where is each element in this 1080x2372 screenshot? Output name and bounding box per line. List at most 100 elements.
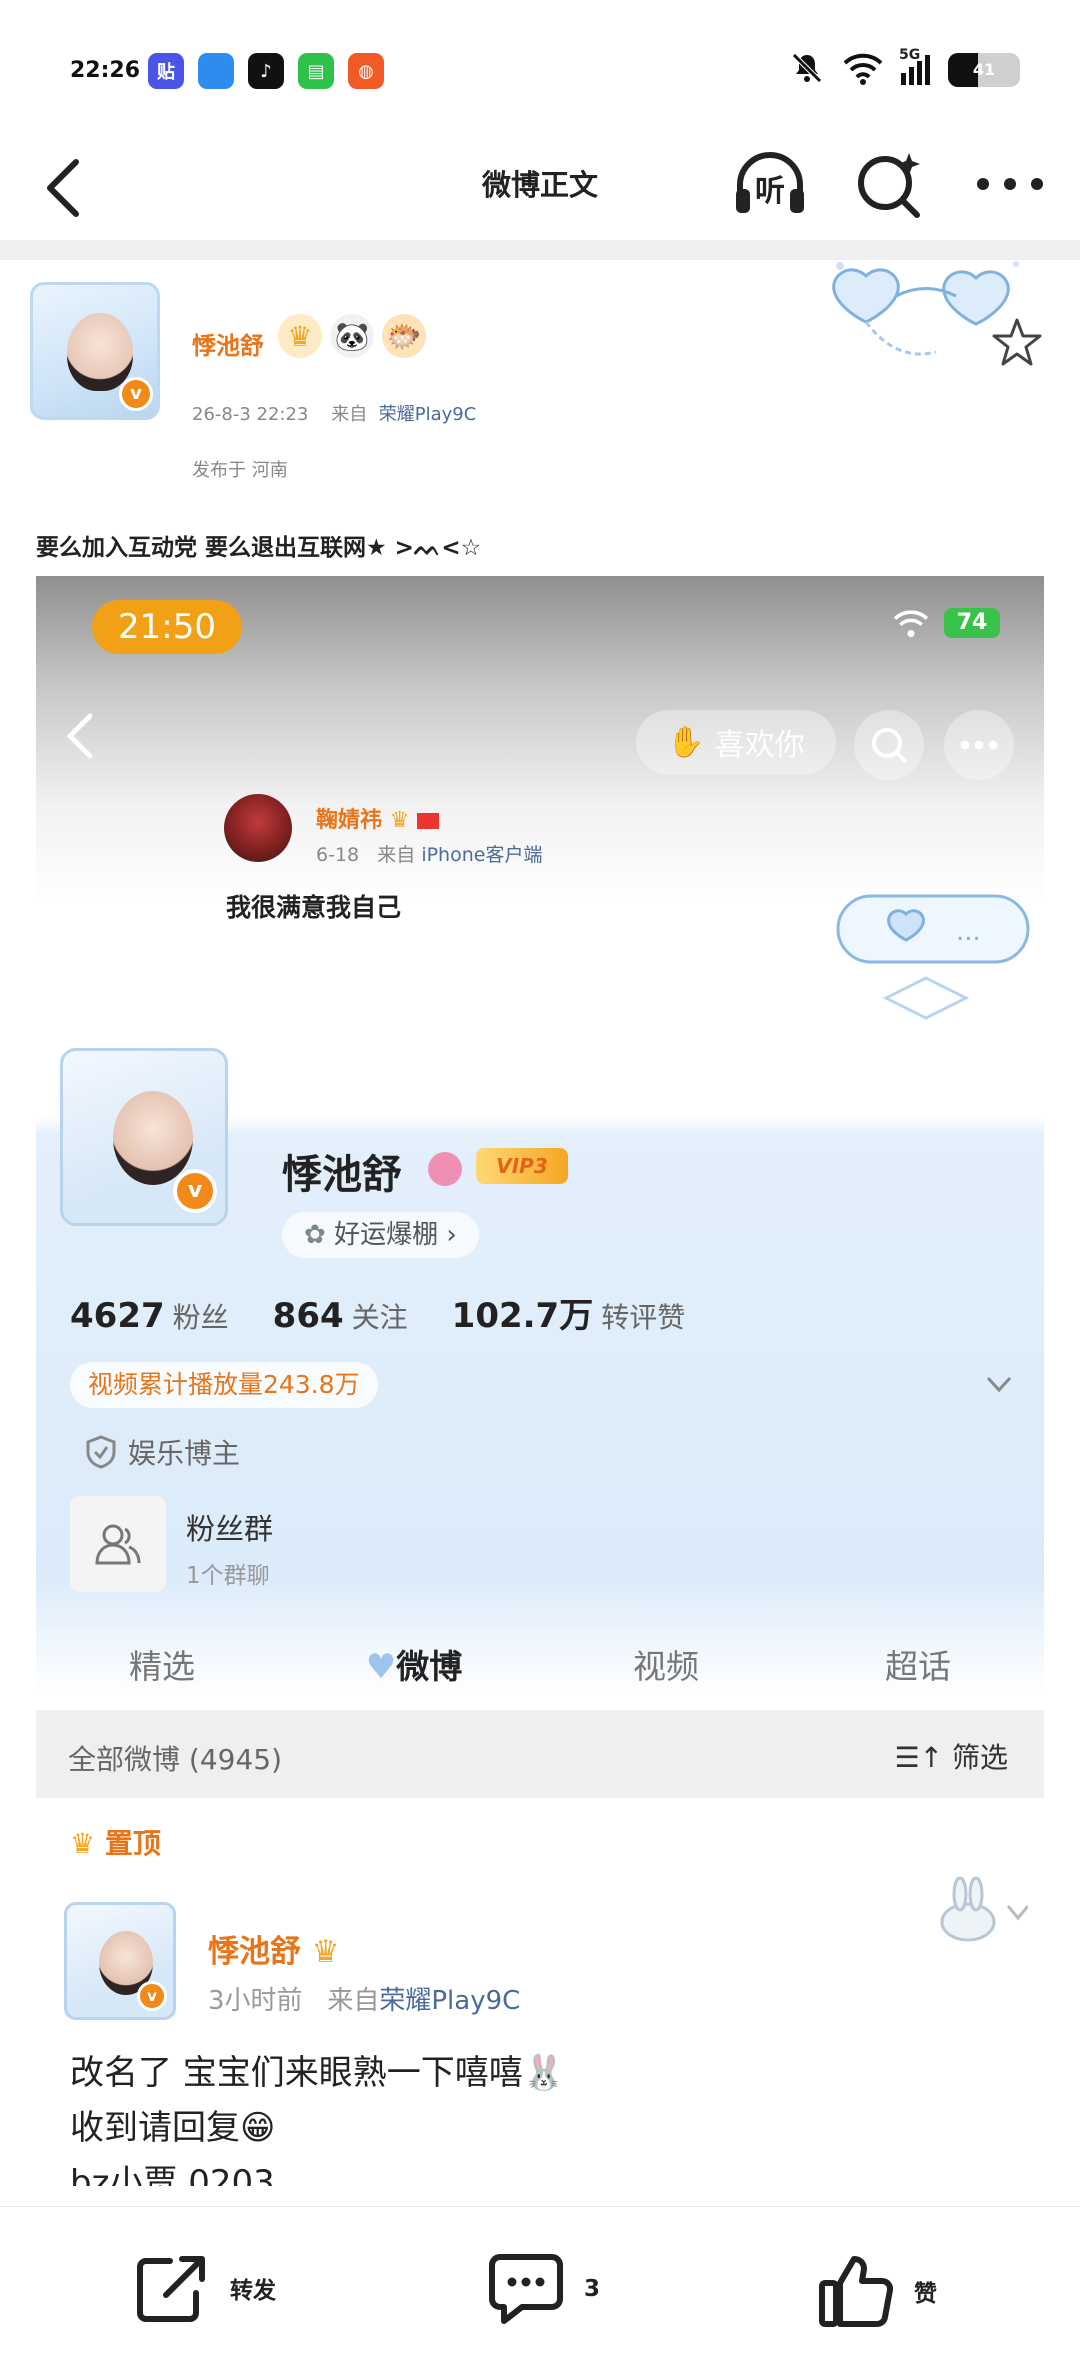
author-avatar[interactable]: v xyxy=(30,282,165,422)
embed-tab-weibo: ♥微博 xyxy=(365,1647,463,1687)
embed-status-right: 74 xyxy=(892,608,1000,638)
shield-icon xyxy=(86,1435,116,1469)
quoted-meta: 6-18 来自 iPhone客户端 xyxy=(316,844,543,866)
quoted-name: 鞠婧祎 ♛ xyxy=(316,802,440,834)
video-plays-tag: 视频累计播放量243.8万 xyxy=(70,1362,378,1408)
quoted-avatar xyxy=(224,794,292,862)
fish-badge-icon: 🐡 xyxy=(382,314,426,358)
crown-badge-icon: ♛ xyxy=(278,314,322,358)
pinned-post-avatar: v xyxy=(64,1902,176,2020)
more-dots-icon xyxy=(977,178,1043,190)
green-app-icon: ▤ xyxy=(298,53,334,89)
orange-app-icon: ◍ xyxy=(348,53,384,89)
embed-back-icon xyxy=(60,706,100,766)
status-right: 5G 41 xyxy=(789,47,1020,90)
bottom-action-bar: 转发 3 赞 xyxy=(0,2206,1080,2372)
signal-icon: 5G xyxy=(899,47,930,85)
embed-battery: 74 xyxy=(944,608,1000,638)
embed-more-icon xyxy=(944,710,1014,780)
comment-bubble-icon xyxy=(489,2254,563,2324)
tieba-icon: 贴 xyxy=(148,53,184,89)
filter-label: ☰↑ 筛选 xyxy=(894,1741,1008,1774)
post-image[interactable]: 21:50 74 ✋ 喜欢你 鞠婧祎 ♛ 6-18 来自 iPhone客户端 我… xyxy=(36,576,1044,2186)
embed-profile-name: 悸池舒 xyxy=(282,1152,402,1198)
embed-tab-featured: 精选 xyxy=(129,1647,195,1686)
pinned-post-body: 改名了 宝宝们来眼熟一下嘻嘻🐰 收到请回复😁 bz小贾 0203 xyxy=(70,2046,565,2186)
all-posts-bar: 全部微博 (4945) ☰↑ 筛选 xyxy=(36,1710,1044,1798)
publish-location: 发布于 河南 xyxy=(192,460,288,481)
hand-heart-icon: ✋ xyxy=(667,724,705,760)
bubble-bow-decoration-icon: ... xyxy=(836,894,1030,1020)
verified-badge-icon: v xyxy=(119,377,153,411)
post-source[interactable]: 荣耀Play9C xyxy=(379,404,477,425)
panda-badge-icon: 🐼 xyxy=(330,314,374,358)
mute-bell-icon xyxy=(789,50,825,90)
post-meta: 26-8-3 22:23 来自 荣耀Play9C xyxy=(192,400,476,426)
embed-wifi-icon xyxy=(893,610,929,638)
embed-chevron-down-icon xyxy=(986,1376,1012,1393)
battery-level: 41 xyxy=(972,60,996,79)
comment-count: 3 xyxy=(584,2276,601,2302)
author-badges: ♛ 🐼 🐡 xyxy=(278,314,426,358)
pinned-label: ♛ 置顶 xyxy=(70,1827,161,1860)
filter-icon: ☰↑ xyxy=(894,1741,944,1774)
svg-text:...: ... xyxy=(956,917,981,947)
repost-button[interactable]: 转发 xyxy=(136,2253,276,2323)
blue-app-icon xyxy=(198,53,234,89)
status-time: 22:26 xyxy=(70,58,141,83)
embed-search-icon xyxy=(854,710,924,780)
stat-following: 864 关注 xyxy=(272,1296,408,1336)
pink-badge-icon xyxy=(428,1152,462,1186)
favorite-button[interactable] xyxy=(990,316,1044,374)
repost-label: 转发 xyxy=(230,2278,276,2304)
pinned-author-crown-icon: ♛ xyxy=(311,1934,340,1970)
like-button[interactable]: 赞 xyxy=(818,2253,937,2329)
comment-button[interactable]: 3 xyxy=(488,2253,600,2325)
fan-group-title: 粉丝群 xyxy=(186,1512,274,1546)
quoted-text: 我很满意我自己 xyxy=(226,893,402,922)
like-label: 赞 xyxy=(914,2281,937,2307)
stat-fans: 4627 粉丝 xyxy=(70,1296,229,1336)
ai-search-button[interactable] xyxy=(850,148,930,220)
luck-tag: ✿ 好运爆棚 › xyxy=(282,1212,479,1258)
embed-profile-stats: 4627 粉丝 864 关注 102.7万 转评赞 xyxy=(70,1288,685,1337)
battery-icon: 41 xyxy=(948,53,1020,87)
role-tag: 娱乐博主 xyxy=(86,1432,240,1472)
stat-interactions: 102.7万 转评赞 xyxy=(451,1296,686,1336)
clover-icon: ✿ xyxy=(304,1220,326,1250)
network-type: 5G xyxy=(899,47,921,63)
embed-profile-avatar: v xyxy=(60,1048,228,1226)
star-outline-icon xyxy=(992,318,1042,366)
pinned-post-line: 收到请回复😁 xyxy=(70,2108,276,2148)
pinned-post-line: bz小贾 0203 xyxy=(70,2163,275,2186)
fan-group-icon xyxy=(70,1496,166,1592)
author-name[interactable]: 悸池舒 xyxy=(192,326,264,361)
flag-icon xyxy=(417,813,440,829)
status-app-icons: 贴 ♪ ▤ ◍ xyxy=(148,53,384,89)
share-icon xyxy=(137,2256,205,2322)
embed-status-time: 21:50 xyxy=(92,600,242,654)
headphones-icon: 听 xyxy=(736,152,804,213)
all-posts-count: 全部微博 (4945) xyxy=(68,1743,283,1776)
embed-tab-video: 视频 xyxy=(633,1647,699,1686)
from-label: 来自 xyxy=(331,404,368,425)
status-bar: 22:26 贴 ♪ ▤ ◍ 5G 41 xyxy=(0,0,1080,130)
embed-tabs: 精选 ♥微博 视频 超话 xyxy=(36,1632,1044,1702)
tiktok-icon: ♪ xyxy=(248,53,284,89)
embed-like-label: 喜欢你 xyxy=(714,728,805,763)
embed-tab-topic: 超话 xyxy=(885,1647,951,1686)
bunny-decoration-icon xyxy=(940,1876,1028,1942)
pinned-post-meta: 3小时前 来自荣耀Play9C xyxy=(208,1986,521,2016)
pinned-post-line: 改名了 宝宝们来眼熟一下嘻嘻🐰 xyxy=(70,2053,566,2093)
pinned-verified-icon: v xyxy=(137,1981,167,2011)
listen-label: 听 xyxy=(755,174,785,209)
embed-verified-icon: v xyxy=(173,1169,217,1213)
listen-button[interactable]: 听 xyxy=(730,148,810,220)
thumbs-up-icon xyxy=(819,2256,894,2328)
more-button[interactable] xyxy=(970,148,1050,220)
vip-badge: VIP3 xyxy=(476,1148,568,1184)
embed-like-pill: ✋ 喜欢你 xyxy=(636,710,836,774)
post-timestamp: 26-8-3 22:23 xyxy=(192,404,309,425)
fan-group-sub: 1个群聊 xyxy=(186,1563,270,1589)
pinned-crown-icon: ♛ xyxy=(70,1827,96,1860)
